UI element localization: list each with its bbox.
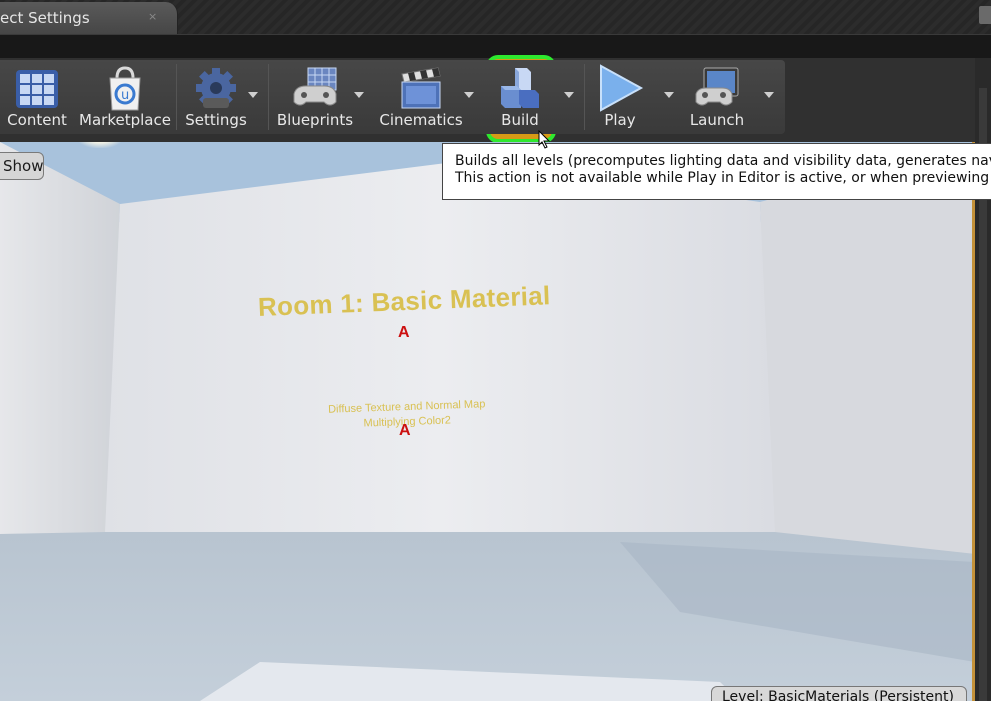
play-dropdown-caret-icon[interactable] xyxy=(664,92,674,98)
launch-monitor-icon xyxy=(695,67,739,106)
marketplace-label: Marketplace xyxy=(79,111,171,129)
toolbar: Content u Marketplace Settings Blueprint… xyxy=(0,60,785,134)
launch-label: Launch xyxy=(689,111,745,129)
tooltip-line1: Builds all levels (precomputes lighting … xyxy=(455,153,991,169)
play-triangle-icon xyxy=(600,64,644,112)
toolbar-separator xyxy=(584,64,585,130)
tab-title: ect Settings xyxy=(0,9,90,27)
level-name-label: Level: BasicMaterials (Persistent) xyxy=(711,686,967,701)
toolbar-separator xyxy=(268,64,269,130)
tab-project-settings[interactable]: ect Settings × xyxy=(0,2,178,34)
svg-text:u: u xyxy=(121,88,129,103)
window-control-icon[interactable] xyxy=(979,6,991,24)
play-button[interactable]: Play xyxy=(590,60,650,134)
launch-button[interactable]: Launch xyxy=(682,60,752,134)
blueprints-label: Blueprints xyxy=(276,111,354,129)
build-tooltip: Builds all levels (precomputes lighting … xyxy=(442,143,991,200)
mouse-cursor-icon xyxy=(538,130,551,149)
toolbar-separator xyxy=(176,64,177,130)
launch-dropdown-caret-icon[interactable] xyxy=(764,92,774,98)
marketplace-bag-icon: u xyxy=(109,66,141,111)
blueprints-dropdown-caret-icon[interactable] xyxy=(354,92,364,98)
build-label: Build xyxy=(501,111,539,129)
play-label: Play xyxy=(604,111,636,129)
sun-glare xyxy=(75,142,125,148)
content-button[interactable]: Content xyxy=(4,60,70,134)
tooltip-line2: This action is not available while Play … xyxy=(455,170,991,186)
build-dropdown-caret-icon[interactable] xyxy=(564,92,574,98)
settings-label: Settings xyxy=(185,111,247,129)
level-viewport[interactable]: Room 1: Basic Material A Diffuse Texture… xyxy=(0,142,975,701)
show-button[interactable]: Show xyxy=(0,152,44,180)
cinematics-clapper-icon xyxy=(401,67,441,109)
tab-close-icon[interactable]: × xyxy=(148,10,157,23)
tab-strip: ect Settings × xyxy=(0,0,991,34)
cinematics-label: Cinematics xyxy=(379,111,463,129)
build-blocks-icon xyxy=(501,68,539,108)
build-button[interactable]: Build xyxy=(490,60,550,134)
actor-marker-icon[interactable]: A xyxy=(398,324,410,342)
cinematics-dropdown-caret-icon[interactable] xyxy=(464,92,474,98)
settings-gear-icon xyxy=(196,68,236,108)
content-label: Content xyxy=(7,111,67,129)
blueprints-gamepad-icon xyxy=(293,67,337,106)
marketplace-button[interactable]: u Marketplace xyxy=(78,60,172,134)
actor-marker-icon[interactable]: A xyxy=(399,422,411,440)
content-grid-icon xyxy=(16,70,58,108)
cinematics-button[interactable]: Cinematics xyxy=(378,60,464,134)
settings-button[interactable]: Settings xyxy=(184,60,248,134)
settings-dropdown-caret-icon[interactable] xyxy=(248,92,258,98)
blueprints-button[interactable]: Blueprints xyxy=(276,60,354,134)
